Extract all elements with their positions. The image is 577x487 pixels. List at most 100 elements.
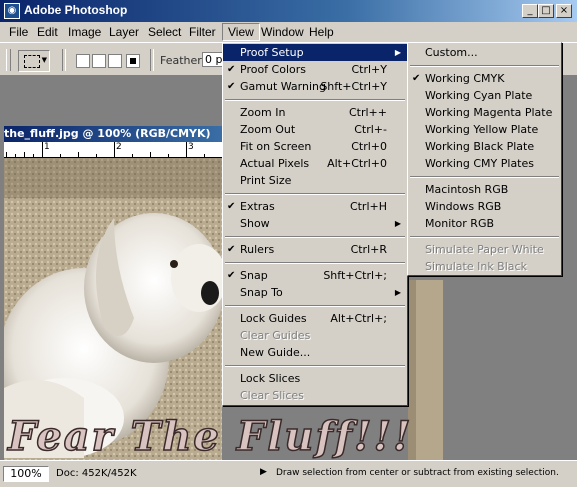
menu-item-label: New Guide... bbox=[240, 346, 311, 359]
menu-item-label: Proof Colors bbox=[240, 63, 306, 76]
horizontal-ruler[interactable]: 1 2 3 bbox=[4, 142, 222, 158]
menu-item-clear-slices[interactable]: Clear Slices bbox=[223, 387, 407, 404]
menu-separator bbox=[225, 193, 405, 195]
menu-item-print-size[interactable]: Print Size bbox=[223, 172, 407, 189]
submenu-arrow-icon: ▶ bbox=[394, 48, 401, 57]
menu-item-shortcut: Ctrl+H bbox=[349, 200, 387, 213]
menu-view[interactable]: View bbox=[222, 23, 260, 41]
photoshop-eye-icon[interactable]: ◉ bbox=[4, 3, 20, 19]
caption-overlay: Fear The Fluff!!! bbox=[6, 412, 413, 460]
divider bbox=[150, 49, 154, 71]
menu-file[interactable]: File bbox=[4, 24, 33, 40]
menu-item-label: Lock Guides bbox=[240, 312, 307, 325]
menu-item-working-cyan-plate[interactable]: Working Cyan Plate bbox=[408, 87, 561, 104]
menu-item-lock-slices[interactable]: Lock Slices bbox=[223, 370, 407, 387]
menu-item-shortcut: Shft+Ctrl+Y bbox=[320, 80, 387, 93]
marquee-tool-preset-button[interactable]: ▼ bbox=[18, 50, 50, 72]
menu-item-custom[interactable]: Custom... bbox=[408, 44, 561, 61]
menu-item-label: Proof Setup bbox=[240, 46, 304, 59]
menu-item-label: Snap bbox=[240, 269, 268, 282]
menu-item-lock-guides[interactable]: Lock Guides Alt+Ctrl+; bbox=[223, 310, 407, 327]
menu-item-macintosh-rgb[interactable]: Macintosh RGB bbox=[408, 181, 561, 198]
minimize-button[interactable]: _ bbox=[522, 4, 538, 18]
menu-edit[interactable]: Edit bbox=[32, 24, 63, 40]
menu-item-label: Simulate Ink Black bbox=[425, 260, 527, 273]
menu-item-fit-on-screen[interactable]: Fit on Screen Ctrl+0 bbox=[223, 138, 407, 155]
divider bbox=[62, 49, 66, 71]
menu-window[interactable]: Window bbox=[256, 24, 309, 40]
menu-help[interactable]: Help bbox=[304, 24, 339, 40]
menu-item-shortcut: Ctrl+R bbox=[350, 243, 387, 256]
menu-item-working-cmyk[interactable]: ✔ Working CMYK bbox=[408, 70, 561, 87]
menu-item-clear-guides[interactable]: Clear Guides bbox=[223, 327, 407, 344]
intersect-selection-button[interactable] bbox=[126, 54, 140, 68]
menu-item-new-guide[interactable]: New Guide... bbox=[223, 344, 407, 361]
subtract-from-selection-button[interactable] bbox=[108, 54, 122, 68]
ruler-label: 2 bbox=[116, 142, 122, 152]
menu-separator bbox=[225, 305, 405, 307]
menu-item-monitor-rgb[interactable]: Monitor RGB bbox=[408, 215, 561, 232]
feather-label: Feather: bbox=[160, 54, 206, 67]
checkmark-icon: ✔ bbox=[412, 73, 421, 84]
menu-item-show[interactable]: Show ▶ bbox=[223, 215, 407, 232]
document-title[interactable]: the_fluff.jpg @ 100% (RGB/CMYK) bbox=[4, 126, 222, 142]
menu-item-windows-rgb[interactable]: Windows RGB bbox=[408, 198, 561, 215]
new-selection-button[interactable] bbox=[76, 54, 90, 68]
menu-item-label: Simulate Paper White bbox=[425, 243, 544, 256]
menu-item-proof-setup[interactable]: Proof Setup ▶ bbox=[223, 44, 407, 61]
menu-item-zoom-in[interactable]: Zoom In Ctrl++ bbox=[223, 104, 407, 121]
menu-item-label: Show bbox=[240, 217, 270, 230]
menu-item-working-cmy-plates[interactable]: Working CMY Plates bbox=[408, 155, 561, 172]
menu-item-shortcut: Alt+Ctrl+; bbox=[330, 312, 387, 325]
menu-item-working-yellow-plate[interactable]: Working Yellow Plate bbox=[408, 121, 561, 138]
add-to-selection-button[interactable] bbox=[92, 54, 106, 68]
toolbar-grip[interactable] bbox=[6, 49, 11, 71]
menu-image[interactable]: Image bbox=[63, 24, 106, 40]
menu-item-snap-to[interactable]: Snap To ▶ bbox=[223, 284, 407, 301]
menu-item-label: Zoom Out bbox=[240, 123, 296, 136]
menu-item-label: Monitor RGB bbox=[425, 217, 495, 230]
menu-item-label: Lock Slices bbox=[240, 372, 301, 385]
menu-select[interactable]: Select bbox=[143, 24, 186, 40]
menu-layer[interactable]: Layer bbox=[104, 24, 144, 40]
menu-item-label: Rulers bbox=[240, 243, 275, 256]
menu-item-rulers[interactable]: ✔ Rulers Ctrl+R bbox=[223, 241, 407, 258]
caption-text: Fear The Fluff!!! bbox=[7, 413, 413, 460]
menu-item-label: Clear Guides bbox=[240, 329, 311, 342]
menu-item-shortcut: Ctrl+- bbox=[354, 123, 387, 136]
document-size[interactable]: Doc: 452K/452K bbox=[56, 468, 137, 479]
checkmark-icon: ✔ bbox=[227, 64, 236, 75]
menu-item-proof-colors[interactable]: ✔ Proof Colors Ctrl+Y bbox=[223, 61, 407, 78]
menu-separator bbox=[410, 236, 559, 238]
menu-item-label: Working Yellow Plate bbox=[425, 123, 539, 136]
menu-item-snap[interactable]: ✔ Snap Shft+Ctrl+; bbox=[223, 267, 407, 284]
status-bar: 100% Doc: 452K/452K ▶ Draw selection fro… bbox=[0, 460, 577, 487]
menu-item-gamut-warning[interactable]: ✔ Gamut Warning Shft+Ctrl+Y bbox=[223, 78, 407, 95]
menu-separator bbox=[225, 236, 405, 238]
menu-item-simulate-ink-black[interactable]: Simulate Ink Black bbox=[408, 258, 561, 275]
menu-item-label: Clear Slices bbox=[240, 389, 304, 402]
menu-item-label: Zoom In bbox=[240, 106, 286, 119]
maximize-button[interactable]: □ bbox=[538, 4, 554, 18]
checkmark-icon: ✔ bbox=[227, 244, 236, 255]
menu-item-shortcut: Shft+Ctrl+; bbox=[323, 269, 387, 282]
checkmark-icon: ✔ bbox=[227, 201, 236, 212]
window-title: Adobe Photoshop bbox=[24, 3, 128, 17]
checkmark-icon: ✔ bbox=[227, 270, 236, 281]
menu-filter[interactable]: Filter bbox=[184, 24, 221, 40]
feather-input[interactable]: 0 p bbox=[202, 52, 224, 67]
submenu-arrow-icon: ▶ bbox=[394, 288, 401, 297]
menu-item-zoom-out[interactable]: Zoom Out Ctrl+- bbox=[223, 121, 407, 138]
zoom-field[interactable]: 100% bbox=[3, 466, 49, 482]
menu-item-working-magenta-plate[interactable]: Working Magenta Plate bbox=[408, 104, 561, 121]
menu-separator bbox=[225, 262, 405, 264]
play-arrow-icon[interactable]: ▶ bbox=[260, 467, 267, 477]
menu-item-shortcut: Ctrl++ bbox=[348, 106, 387, 119]
menu-item-simulate-paper-white[interactable]: Simulate Paper White bbox=[408, 241, 561, 258]
menu-item-extras[interactable]: ✔ Extras Ctrl+H bbox=[223, 198, 407, 215]
marquee-icon bbox=[24, 55, 40, 68]
menu-item-working-black-plate[interactable]: Working Black Plate bbox=[408, 138, 561, 155]
ruler-label: 3 bbox=[188, 142, 194, 152]
close-button[interactable]: × bbox=[556, 4, 572, 18]
menu-item-actual-pixels[interactable]: Actual Pixels Alt+Ctrl+0 bbox=[223, 155, 407, 172]
